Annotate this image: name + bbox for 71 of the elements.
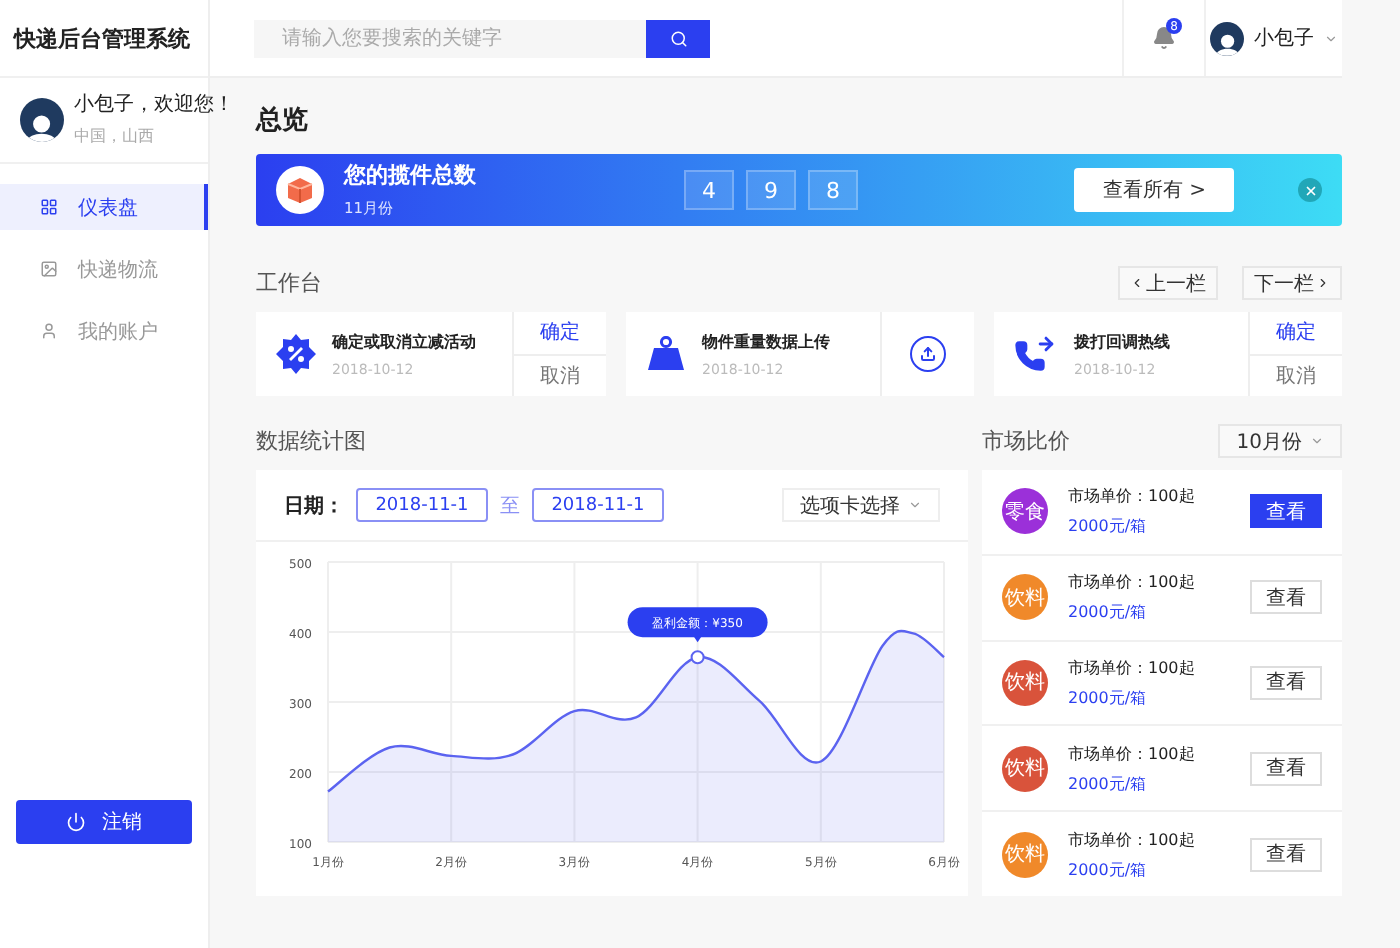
category-badge: 饮料	[1002, 745, 1048, 792]
chevron-down-icon	[1324, 31, 1338, 45]
count-digit: 4	[684, 170, 734, 210]
logout-button[interactable]: 注销	[16, 800, 192, 844]
task-title: 物件重量数据上传	[702, 331, 830, 353]
price-text: 市场单价：100起	[1068, 571, 1197, 594]
view-button[interactable]: 查看	[1250, 837, 1322, 872]
power-icon	[66, 812, 86, 832]
task-title: 确定或取消立减活动	[332, 331, 476, 353]
data-point-marker	[690, 650, 705, 665]
user-icon	[40, 322, 58, 340]
range-separator: 至	[500, 493, 520, 519]
price-link[interactable]: 2000元/箱	[1068, 686, 1198, 710]
tab-select[interactable]: 选项卡选择	[782, 488, 940, 522]
date-label: 日期：	[284, 493, 344, 519]
count-digit: 8	[808, 170, 858, 210]
price-link[interactable]: 2000元/箱	[1068, 772, 1198, 795]
view-button[interactable]: 查看	[1250, 494, 1322, 529]
chevron-down-icon	[908, 498, 922, 512]
app-title: 快递后台管理系统	[14, 23, 190, 53]
grid-icon	[40, 198, 58, 216]
avatar-silhouette-icon	[1213, 31, 1241, 55]
tooltip	[627, 607, 768, 643]
package-icon	[276, 166, 324, 214]
end-date-field[interactable]: 2018-11-1	[532, 488, 664, 522]
category-badge: 零食	[1002, 488, 1048, 535]
section-title: 数据统计图	[256, 426, 366, 456]
chevron-down-icon	[1310, 434, 1324, 448]
chevron-right-icon	[1316, 276, 1330, 290]
phone-forward-icon	[1014, 334, 1058, 374]
price-text: 市场单价：100起	[1068, 743, 1197, 765]
chevron-left-icon	[1130, 276, 1144, 290]
banner-title: 您的揽件总数	[344, 159, 478, 189]
location-text: 中国，山西	[74, 126, 156, 148]
percent-badge-icon	[276, 334, 316, 374]
search-button[interactable]	[646, 19, 710, 57]
prev-button[interactable]: 上一栏	[1118, 266, 1218, 300]
category-badge: 饮料	[1002, 831, 1048, 878]
search-icon	[669, 29, 687, 47]
weight-icon	[646, 336, 686, 372]
user-name[interactable]: 小包子	[1254, 24, 1314, 52]
price-link[interactable]: 2000元/箱	[1068, 515, 1198, 538]
section-title: 工作台	[256, 268, 322, 298]
month-select[interactable]: 10月份	[1218, 424, 1342, 458]
greeting-text: 小包子，欢迎您！	[74, 91, 234, 118]
upload-icon	[920, 346, 936, 362]
view-button[interactable]: 查看	[1250, 665, 1322, 700]
close-button[interactable]	[1298, 178, 1322, 202]
task-title: 拨打回调热线	[1074, 331, 1170, 353]
count-digit: 9	[746, 170, 796, 210]
price-text: 市场单价：100起	[1068, 657, 1197, 680]
price-link[interactable]: 2000元/箱	[1068, 601, 1198, 624]
section-title: 市场比价	[982, 426, 1070, 456]
view-button[interactable]: 查看	[1250, 580, 1322, 615]
upload-button[interactable]	[910, 336, 946, 372]
close-icon	[1303, 183, 1317, 197]
price-text: 市场单价：100起	[1068, 485, 1197, 508]
view-all-button[interactable]: 查看所有 >	[1074, 168, 1234, 212]
category-badge: 饮料	[1002, 574, 1048, 621]
nav-item[interactable]: 仪表盘	[0, 184, 208, 230]
price-link[interactable]: 2000元/箱	[1068, 857, 1198, 881]
avatar-silhouette-icon	[24, 111, 60, 142]
next-button[interactable]: 下一栏	[1242, 266, 1342, 300]
price-text: 市场单价：100起	[1068, 829, 1197, 851]
view-button[interactable]: 查看	[1250, 751, 1322, 786]
user-avatar[interactable]	[1210, 21, 1244, 55]
search-field[interactable]: 请输入您要搜索的关键字	[254, 19, 646, 57]
image-icon	[40, 260, 58, 278]
section-title: 总览	[256, 104, 310, 138]
start-date-field[interactable]: 2018-11-1	[356, 488, 488, 522]
category-badge: 饮料	[1002, 659, 1048, 706]
